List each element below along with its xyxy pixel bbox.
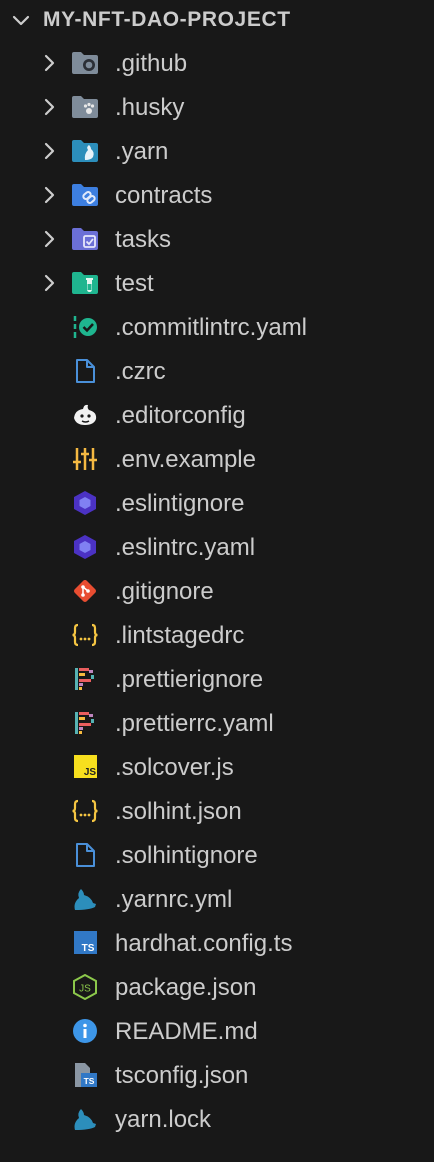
json-braces-icon — [71, 622, 99, 648]
file-label: .commitlintrc.yaml — [115, 314, 308, 341]
file-row-package-json[interactable]: JS package.json — [0, 965, 434, 1009]
prettier-icon — [71, 710, 99, 736]
file-row-yarnrc[interactable]: .yarnrc.yml — [0, 877, 434, 921]
folder-label: test — [115, 270, 154, 297]
prettier-icon — [71, 666, 99, 692]
chevron-right-icon[interactable] — [39, 53, 59, 73]
folder-row-test[interactable]: test — [0, 261, 434, 305]
folder-row-github[interactable]: .github — [0, 41, 434, 85]
folder-label: contracts — [115, 182, 213, 209]
chevron-right-icon[interactable] — [39, 141, 59, 161]
file-row-prettierrc[interactable]: .prettierrc.yaml — [0, 701, 434, 745]
file-label: yarn.lock — [115, 1106, 212, 1133]
env-settings-icon — [71, 446, 99, 472]
tasks-folder-icon — [71, 226, 99, 252]
eslint-icon — [71, 534, 99, 560]
file-label: .solhintignore — [115, 842, 258, 869]
file-row-prettierignore[interactable]: .prettierignore — [0, 657, 434, 701]
file-row-eslintignore[interactable]: .eslintignore — [0, 481, 434, 525]
svg-text:JS: JS — [79, 984, 91, 995]
chevron-right-icon[interactable] — [39, 229, 59, 249]
file-row-eslintrc[interactable]: .eslintrc.yaml — [0, 525, 434, 569]
file-label: .yarnrc.yml — [115, 886, 233, 913]
svg-text:JS: JS — [84, 767, 97, 778]
file-row-czrc[interactable]: .czrc — [0, 349, 434, 393]
file-row-gitignore[interactable]: .gitignore — [0, 569, 434, 613]
commitlint-icon — [71, 314, 99, 340]
typescript-icon: TS — [71, 930, 99, 956]
folder-row-tasks[interactable]: tasks — [0, 217, 434, 261]
file-label: hardhat.config.ts — [115, 930, 293, 957]
github-folder-icon — [71, 50, 99, 76]
file-icon — [71, 842, 99, 868]
folder-row-husky[interactable]: .husky — [0, 85, 434, 129]
file-row-solhintignore[interactable]: .solhintignore — [0, 833, 434, 877]
file-row-readme[interactable]: README.md — [0, 1009, 434, 1053]
contracts-folder-icon — [71, 182, 99, 208]
file-row-commitlintrc[interactable]: .commitlintrc.yaml — [0, 305, 434, 349]
test-folder-icon — [71, 270, 99, 296]
folder-row-contracts[interactable]: contracts — [0, 173, 434, 217]
folder-label: tasks — [115, 226, 172, 253]
svg-text:TS: TS — [84, 1076, 95, 1086]
husky-folder-icon — [71, 94, 99, 120]
javascript-icon: JS — [71, 754, 99, 780]
file-row-lintstagedrc[interactable]: .lintstagedrc — [0, 613, 434, 657]
chevron-right-icon[interactable] — [39, 185, 59, 205]
json-braces-icon — [71, 798, 99, 824]
file-label: .eslintignore — [115, 490, 245, 517]
file-row-editorconfig[interactable]: .editorconfig — [0, 393, 434, 437]
chevron-down-icon[interactable] — [11, 11, 31, 31]
eslint-icon — [71, 490, 99, 516]
file-label: .prettierignore — [115, 666, 264, 693]
file-label: .lintstagedrc — [115, 622, 245, 649]
yarn-folder-icon — [71, 138, 99, 164]
tsconfig-icon: TS — [71, 1062, 99, 1088]
file-row-hardhat-config[interactable]: TS hardhat.config.ts — [0, 921, 434, 965]
folder-row-yarn[interactable]: .yarn — [0, 129, 434, 173]
file-explorer: MY-NFT-DAO-PROJECT .github .husky .yarn … — [0, 0, 434, 1162]
git-icon — [71, 578, 99, 604]
file-row-tsconfig[interactable]: TS tsconfig.json — [0, 1053, 434, 1097]
info-icon — [71, 1018, 99, 1044]
project-section-header[interactable]: MY-NFT-DAO-PROJECT — [0, 0, 434, 40]
file-row-solhint[interactable]: .solhint.json — [0, 789, 434, 833]
file-label: .eslintrc.yaml — [115, 534, 256, 561]
chevron-right-icon[interactable] — [39, 97, 59, 117]
file-label: .gitignore — [115, 578, 214, 605]
yarn-icon — [71, 886, 99, 912]
file-label: .editorconfig — [115, 402, 246, 429]
file-label: package.json — [115, 974, 257, 1001]
file-row-solcover[interactable]: JS .solcover.js — [0, 745, 434, 789]
svg-text:TS: TS — [82, 943, 95, 954]
folder-label: .yarn — [115, 138, 169, 165]
file-label: .solcover.js — [115, 754, 234, 781]
file-icon — [71, 358, 99, 384]
folder-label: .husky — [115, 94, 185, 121]
file-label: .prettierrc.yaml — [115, 710, 274, 737]
editorconfig-icon — [71, 402, 99, 428]
file-row-yarn-lock[interactable]: yarn.lock — [0, 1097, 434, 1141]
file-label: tsconfig.json — [115, 1062, 249, 1089]
folder-label: .github — [115, 50, 188, 77]
file-row-env-example[interactable]: .env.example — [0, 437, 434, 481]
project-title: MY-NFT-DAO-PROJECT — [43, 8, 291, 31]
file-label: .czrc — [115, 358, 166, 385]
file-label: .env.example — [115, 446, 256, 473]
nodejs-icon: JS — [71, 974, 99, 1000]
file-label: README.md — [115, 1018, 258, 1045]
yarn-icon — [71, 1106, 99, 1132]
chevron-right-icon[interactable] — [39, 273, 59, 293]
file-label: .solhint.json — [115, 798, 242, 825]
